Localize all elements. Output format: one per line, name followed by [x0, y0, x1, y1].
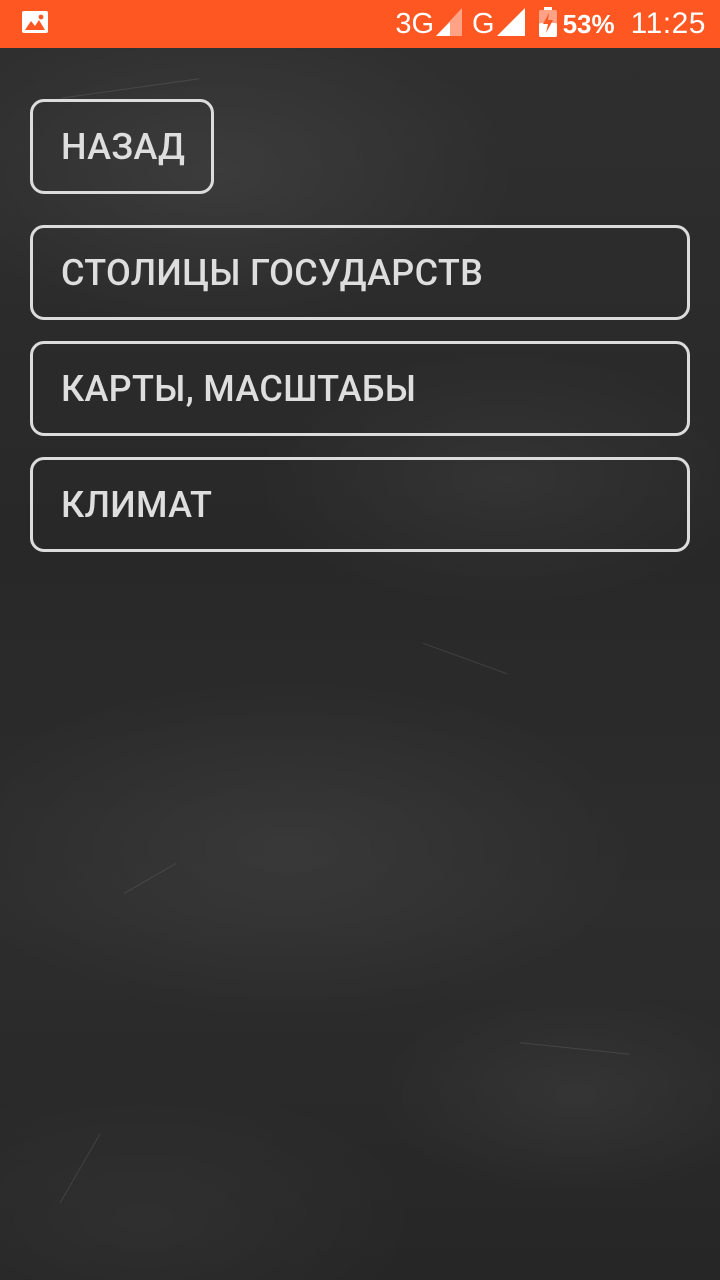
status-bar: 3G G 53% 11:25 [0, 0, 720, 48]
chalk-scratch [60, 78, 200, 99]
back-button-label: НАЗАД [61, 125, 186, 168]
category-button-climate[interactable]: КЛИМАТ [30, 457, 690, 552]
network-type-2: G [472, 7, 495, 40]
chalk-scratch [59, 1133, 101, 1204]
battery-charging-icon [538, 6, 557, 42]
category-button-capitals[interactable]: СТОЛИЦЫ ГОСУДАРСТВ [30, 225, 690, 320]
chalkboard-background: НАЗАД СТОЛИЦЫ ГОСУДАРСТВ КАРТЫ, МАСШТАБЫ… [0, 48, 720, 1280]
category-button-label: СТОЛИЦЫ ГОСУДАРСТВ [61, 251, 484, 294]
image-icon [22, 11, 48, 37]
signal-strength-icon [436, 7, 463, 41]
category-button-label: КАРТЫ, МАСШТАБЫ [61, 367, 417, 410]
category-button-maps[interactable]: КАРТЫ, МАСШТАБЫ [30, 341, 690, 436]
chalk-scratch [422, 642, 508, 675]
chalk-scratch [123, 863, 177, 894]
back-button[interactable]: НАЗАД [30, 99, 214, 194]
chalk-scratch [520, 1042, 630, 1055]
clock: 11:25 [630, 7, 706, 40]
status-bar-left [22, 11, 395, 37]
status-bar-right: 3G G 53% 11:25 [395, 6, 706, 42]
category-button-label: КЛИМАТ [61, 483, 213, 526]
network-type-1: 3G [395, 7, 435, 40]
battery-percent: 53% [562, 9, 615, 39]
signal-strength-icon-2 [496, 7, 525, 41]
